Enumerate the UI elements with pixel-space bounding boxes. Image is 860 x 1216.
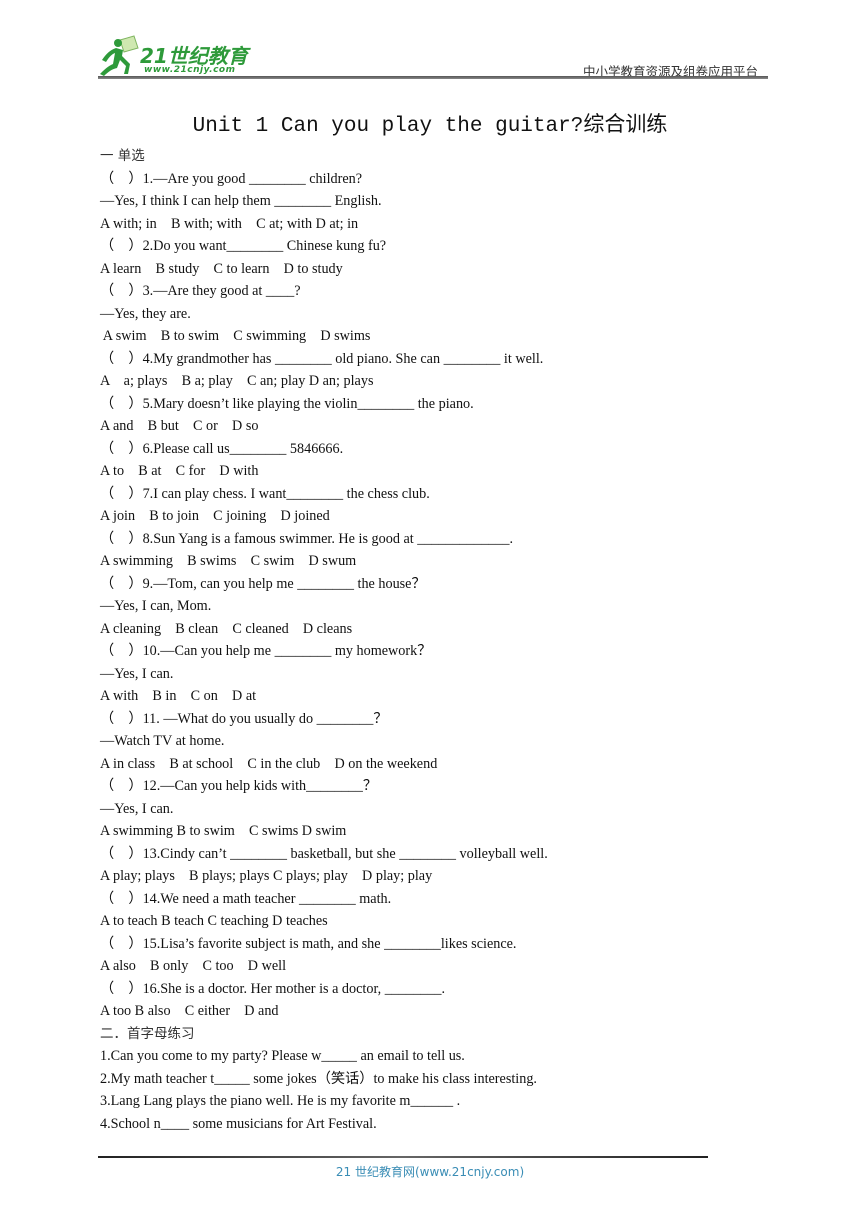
page-header: 21世纪教育 www.21cnjy.com 中小学教育资源及组卷应用平台 (98, 30, 768, 82)
site-logo[interactable]: 21世纪教育 www.21cnjy.com (98, 34, 268, 78)
question-line: —Yes, I think I can help them ________ E… (100, 193, 382, 209)
fill-in-line: 2.My math teacher t_____ some jokes（笑话）t… (100, 1070, 537, 1087)
question-line: （ ）3.—Are they good at ____? (100, 283, 301, 299)
question-line: A with B in C on D at (100, 688, 257, 704)
question-line: —Watch TV at home. (100, 733, 225, 749)
question-line: —Yes, I can. (100, 665, 174, 682)
question-line: A and B but C or D so (100, 418, 259, 434)
question-line: A to B at C for D with (100, 463, 259, 479)
question-line: （ ）13.Cindy can’t ________ basketball, b… (100, 845, 548, 862)
question-line: （ ）7.I can play chess. I want________ th… (100, 485, 430, 502)
exercise-content: 一 单选 （ ）1.—Are you good ________ childre… (100, 145, 740, 1135)
document-title: Unit 1 Can you play the guitar?综合训练 (192, 115, 668, 138)
question-line: （ ）8.Sun Yang is a famous swimmer. He is… (100, 530, 514, 547)
question-line: A in class B at school C in the club D o… (100, 755, 438, 772)
initial-letter-questions: 1.Can you come to my party? Please w____… (100, 1045, 740, 1135)
question-line: —Yes, I can, Mom. (100, 598, 212, 614)
question-line: A to teach B teach C teaching D teaches (100, 913, 328, 929)
fill-in-line: 3.Lang Lang plays the piano well. He is … (100, 1093, 461, 1109)
question-line: A learn B study C to learn D to study (100, 260, 343, 277)
question-line: A join B to join C joining D joined (100, 508, 330, 524)
question-line: A cleaning B clean C cleaned D cleans (100, 620, 353, 637)
question-line: A also B only C too D well (100, 958, 287, 974)
question-line: A swimming B to swim C swims D swim (100, 823, 347, 839)
question-line: （ ）2.Do you want________ Chinese kung fu… (100, 238, 387, 254)
question-line: A play; plays B plays; plays C plays; pl… (100, 868, 433, 884)
question-line: （ ）4.My grandmother has ________ old pia… (100, 350, 544, 367)
question-line: （ ）1.—Are you good ________ children? (100, 170, 363, 187)
question-line: （ ）12.—Can you help kids with________？ (100, 778, 378, 794)
runner-logo-icon (100, 35, 139, 76)
question-line: （ ）10.—Can you help me ________ my homew… (100, 643, 432, 659)
question-line: A with; in B with; with C at; with D at;… (100, 215, 359, 232)
single-choice-questions: （ ）1.—Are you good ________ children? —Ye… (100, 168, 740, 1023)
header-divider (98, 76, 768, 79)
question-line: （ ）11. —What do you usually do ________？ (100, 710, 388, 727)
question-line: （ ）16.She is a doctor. Her mother is a d… (100, 980, 446, 997)
question-line: （ ）9.—Tom, can you help me ________ the … (100, 575, 426, 592)
section-heading-single-choice: 一 单选 (100, 148, 145, 164)
question-line: A too B also C either D and (100, 1003, 279, 1019)
question-line: （ ）14.We need a math teacher ________ ma… (100, 890, 392, 907)
footer-link[interactable]: 21 世纪教育网(www.21cnjy.com) (0, 1163, 860, 1180)
question-line: —Yes, they are. (100, 305, 191, 322)
question-line: （ ）15.Lisa’s favorite subject is math, a… (100, 935, 517, 952)
fill-in-line: 4.School n____ some musicians for Art Fe… (100, 1115, 377, 1132)
question-line: —Yes, I can. (100, 800, 174, 817)
question-line: A swimming B swims C swim D swum (100, 553, 357, 569)
fill-in-line: 1.Can you come to my party? Please w____… (100, 1048, 465, 1064)
question-line: （ ）5.Mary doesn’t like playing the violi… (100, 395, 474, 412)
logo-url: www.21cnjy.com (144, 65, 236, 75)
question-line: A a; plays B a; play C an; play D an; pl… (100, 373, 374, 389)
footer-divider (98, 1156, 708, 1158)
question-line: A swim B to swim C swimming D swims (100, 328, 371, 344)
question-line: （ ）6.Please call us________ 5846666. (100, 440, 344, 457)
section-heading-initial-letter: 二．首字母练习 (100, 1025, 195, 1042)
